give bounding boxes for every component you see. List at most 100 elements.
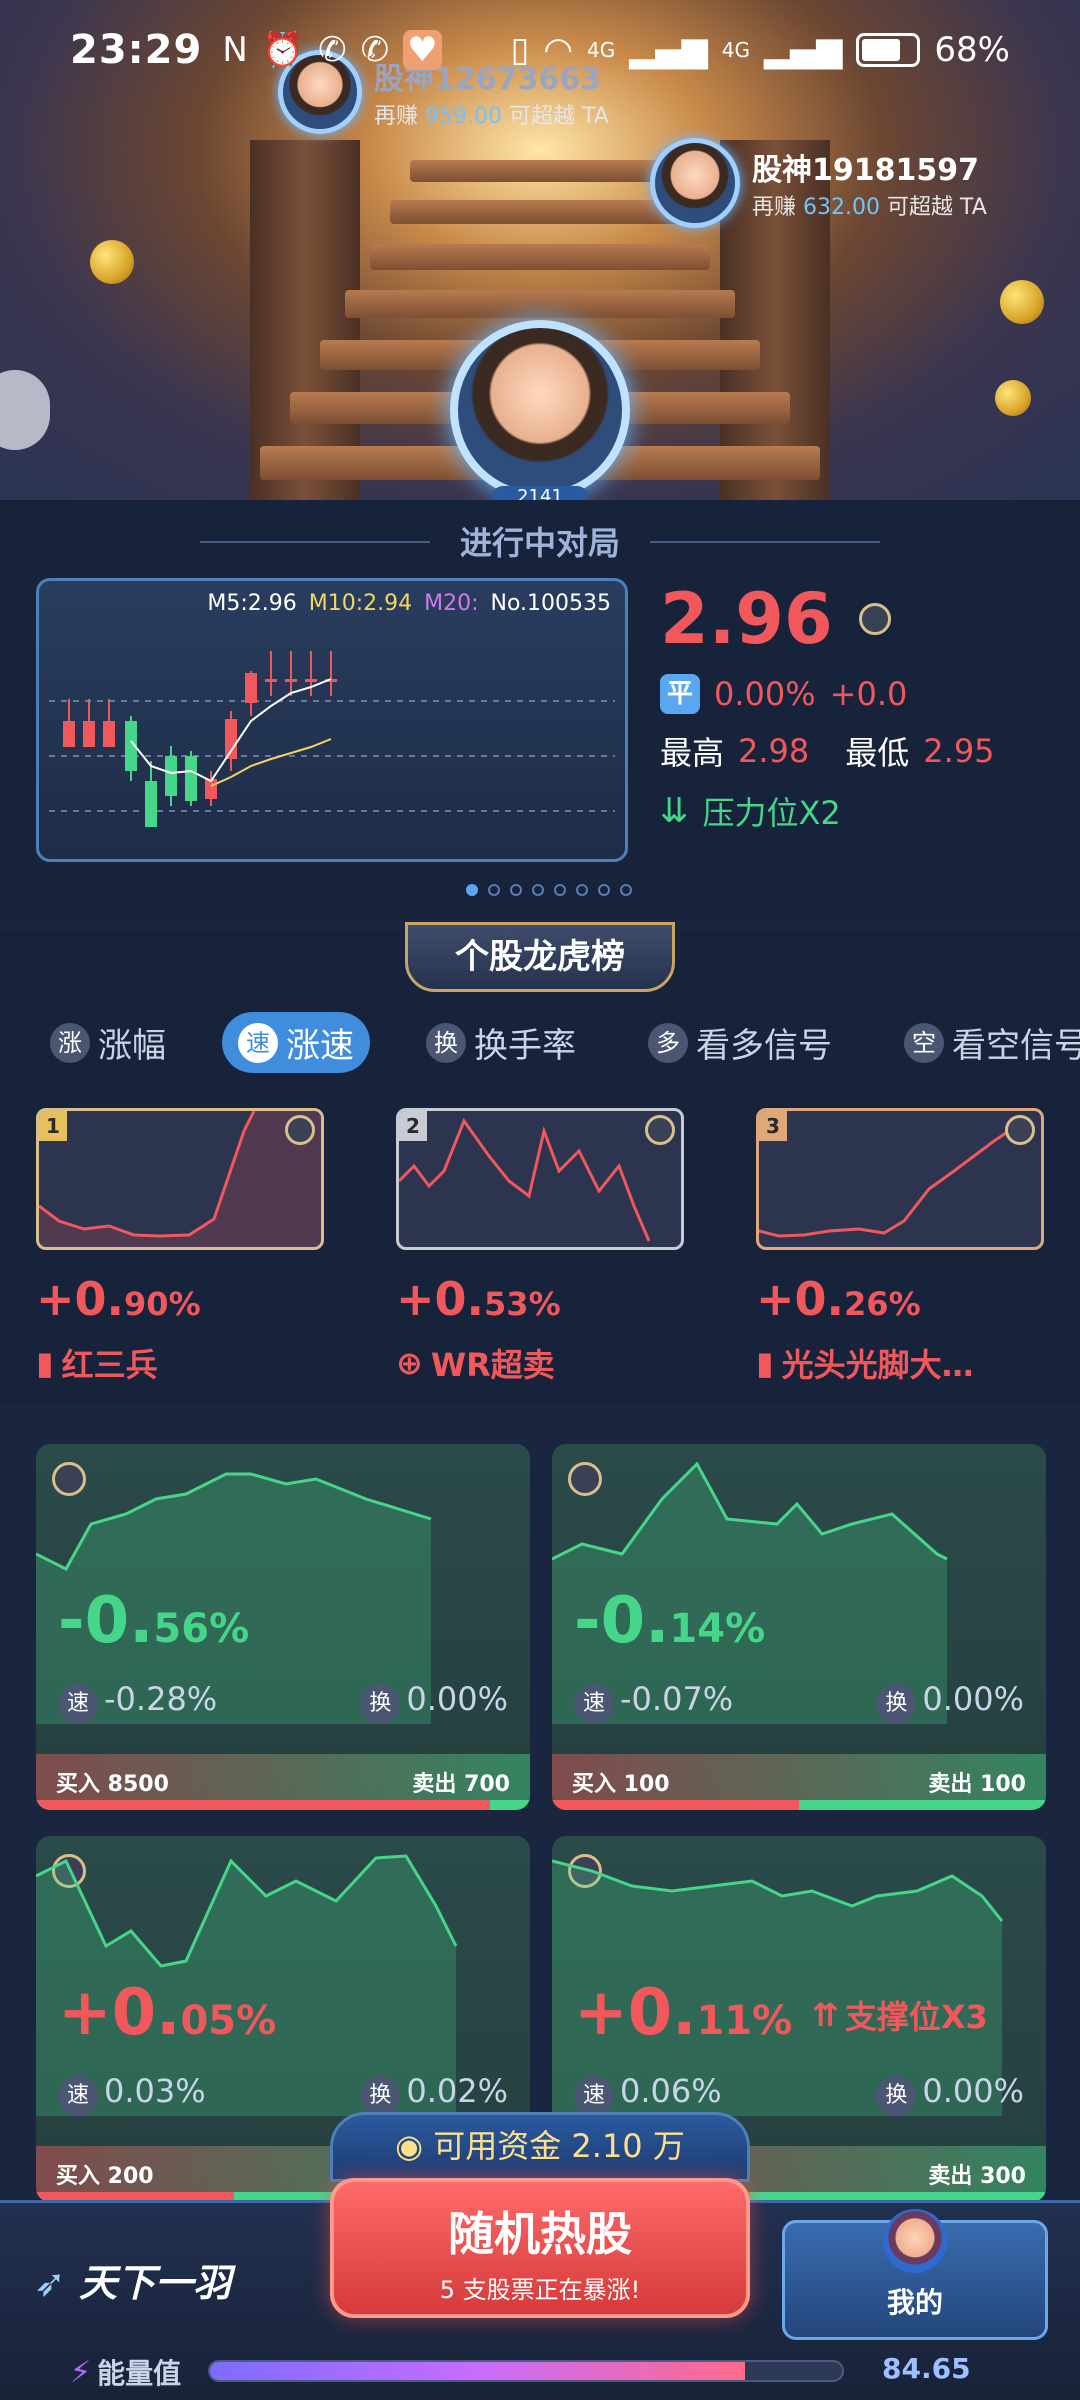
coin-decoration <box>995 380 1031 416</box>
rank-sparkline <box>39 1111 321 1247</box>
tab-label: 换手率 <box>474 1026 576 1066</box>
coin-icon: ◉ <box>395 2127 424 2165</box>
my-avatar[interactable] <box>450 320 630 500</box>
candle-icon: ▮ <box>36 1344 54 1382</box>
candles <box>63 651 337 827</box>
stock-stats: 速 0.06% 换 0.00% <box>574 2072 1024 2116</box>
turnover-value: 0.00% <box>922 1680 1024 1718</box>
player-sub: 再赚 959.00 可超越 TA <box>374 104 609 129</box>
stock-card-2[interactable]: -0.14% 速 -0.07% 换 0.00% 买入 100 卖出 100 <box>552 1444 1046 1810</box>
tab-label: 涨速 <box>286 1026 354 1066</box>
speed-icon: 速 <box>58 2076 98 2116</box>
carousel-dots[interactable] <box>466 884 632 896</box>
stock-percent: -0.56% <box>58 1584 250 1658</box>
candle-icon: ▮ <box>756 1344 774 1382</box>
signal-label: 4G <box>721 38 750 62</box>
vibrate-icon: ▯ <box>510 30 530 70</box>
carousel-dot[interactable] <box>598 884 610 896</box>
tab-bear-signal[interactable]: 空看空信号 <box>888 1012 1080 1073</box>
tab-icon: 空 <box>904 1022 944 1063</box>
speed-icon: 速 <box>574 2076 614 2116</box>
support-icon: ⇈ <box>812 1996 839 2034</box>
quote-panel: 2.96 平 0.00% +0.0 最高 2.98 最低 2.95 ⇊ 压力位X… <box>660 578 995 834</box>
change-percent: 0.00% <box>714 675 816 713</box>
carousel-dot[interactable] <box>554 884 566 896</box>
speed-value: 0.06% <box>620 2072 722 2110</box>
stock-percent: -0.14% <box>574 1584 766 1658</box>
player-name: 股神19181597 <box>752 153 979 188</box>
rank-number: 3 <box>759 1111 787 1141</box>
carousel-dot[interactable] <box>576 884 588 896</box>
tab-icon: 换 <box>426 1022 466 1063</box>
carousel-dot[interactable] <box>510 884 522 896</box>
pressure-row: ⇊ 压力位X2 <box>660 788 995 834</box>
high-label: 最高 <box>660 734 725 772</box>
logo-icon: ➶ <box>34 2261 66 2305</box>
turnover-icon: 换 <box>360 2076 401 2116</box>
target-icon: ⊕ <box>396 1344 423 1382</box>
support-label: 支撑位X3 <box>844 1998 988 2036</box>
missed-call-icon: ✆ <box>360 30 390 70</box>
my-label: 我的 <box>886 2286 943 2319</box>
available-funds: ◉ 可用资金 2.10 万 <box>330 2112 750 2182</box>
rank-3-signal: ▮ 光头光脚大… <box>756 1344 974 1384</box>
board-tabs: 涨涨幅 速涨速 换换手率 多看多信号 空看空信号 <box>34 1012 1080 1073</box>
rank-card-2[interactable]: 2 <box>396 1108 684 1250</box>
speed-value: -0.28% <box>104 1680 218 1718</box>
status-time: 23:29 <box>70 27 203 73</box>
status-bar: 23:29 N ⏰ ✆ ✆ ♥ ▯ ◠ 4G ▂▄▆ 4G ▂▄▆ 68% <box>0 0 1080 100</box>
stock-card-1[interactable]: -0.56% 速 -0.28% 换 0.00% 买入 8500 卖出 700 <box>36 1444 530 1810</box>
carousel-dot[interactable] <box>466 884 478 896</box>
nfc-icon: N <box>222 30 248 70</box>
alarm-icon: ⏰ <box>261 30 305 70</box>
tab-label: 看空信号 <box>952 1026 1080 1066</box>
pressure-icon: ⇊ <box>660 791 689 831</box>
rank-3-percent: +0.26% <box>756 1272 921 1326</box>
rank-card-3[interactable]: 3 <box>756 1108 1044 1250</box>
tab-bull-signal[interactable]: 多看多信号 <box>632 1012 848 1073</box>
current-price: 2.96 <box>660 578 833 660</box>
sell-volume: 卖出 100 <box>928 1772 1026 1797</box>
rank-sparkline <box>759 1115 1021 1238</box>
ongoing-title: 进行中对局 <box>0 518 1080 564</box>
player-right[interactable]: 股神19181597 再赚 632.00 可超越 TA <box>650 138 987 228</box>
rank-1-percent: +0.90% <box>36 1272 201 1326</box>
kline-chart[interactable]: M5:2.96 M10:2.94 M20: No.100535 <box>36 578 628 862</box>
carousel-dot[interactable] <box>532 884 544 896</box>
my-profile-button[interactable]: 我的 <box>782 2209 1048 2340</box>
stock-stats: 速 -0.07% 换 0.00% <box>574 1680 1024 1724</box>
tab-rise[interactable]: 涨涨幅 <box>34 1012 182 1073</box>
app-notification-icon: ♥ <box>403 30 442 70</box>
change-value: +0.0 <box>829 675 908 713</box>
carousel-dot[interactable] <box>488 884 500 896</box>
rank-1-signal: ▮ 红三兵 <box>36 1344 158 1384</box>
random-hot-stock-button[interactable]: 随机热股 5 支股票正在暴涨! <box>330 2178 750 2318</box>
buy-volume: 买入 100 <box>572 1772 670 1797</box>
pressure-label: 压力位X2 <box>702 794 841 832</box>
tab-turnover[interactable]: 换换手率 <box>410 1012 592 1073</box>
coin-decoration <box>1000 280 1044 324</box>
rank-number: 2 <box>399 1111 427 1141</box>
tab-speed[interactable]: 速涨速 <box>222 1012 370 1073</box>
timer-icon <box>285 1115 315 1145</box>
rank-2-percent: +0.53% <box>396 1272 561 1326</box>
low-value: 2.95 <box>923 732 995 770</box>
status-notification-icons: N ⏰ ✆ ✆ ♥ <box>222 30 442 70</box>
timer-icon <box>1005 1115 1035 1145</box>
stock-percent: +0.11% <box>574 1976 793 2050</box>
signal-label: 4G <box>587 38 616 62</box>
my-avatar-tag: 2141 <box>492 486 588 500</box>
stock-stats: 速 0.03% 换 0.02% <box>58 2072 508 2116</box>
stock-percent: +0.05% <box>58 1976 277 2050</box>
side-float-button[interactable] <box>0 370 50 450</box>
tab-icon: 速 <box>238 1022 278 1063</box>
hot-button-title: 随机热股 <box>448 2207 632 2261</box>
carousel-dot[interactable] <box>620 884 632 896</box>
sell-volume: 卖出 700 <box>412 1772 510 1797</box>
speed-icon: 速 <box>58 1684 98 1724</box>
profile-avatar-icon <box>883 2209 947 2273</box>
avatar <box>650 138 740 228</box>
rank-card-1[interactable]: 1 <box>36 1108 324 1250</box>
high-value: 2.98 <box>738 732 810 770</box>
energy-value: 84.65 <box>882 2352 971 2385</box>
